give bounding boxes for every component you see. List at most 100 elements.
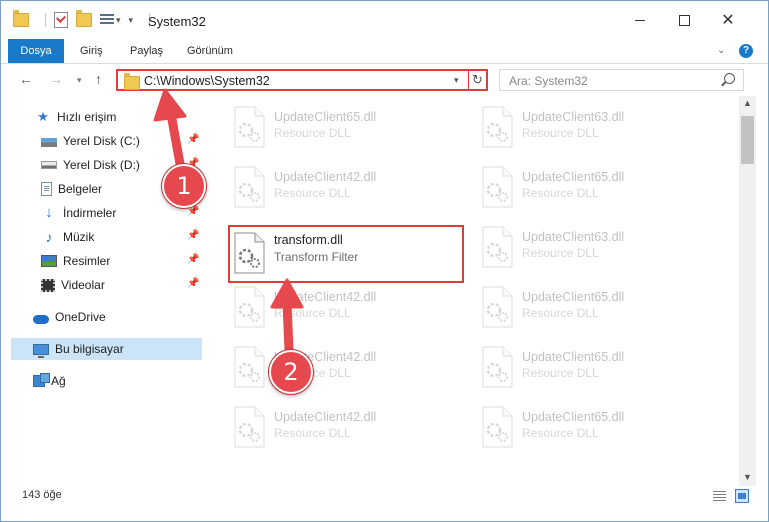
help-icon[interactable]: ? [739, 44, 753, 58]
large-icons-view-icon[interactable] [735, 489, 749, 503]
expand-ribbon-icon[interactable]: ⌄ [717, 45, 725, 56]
minimize-icon [635, 19, 645, 21]
file-item[interactable]: UpdateClient65.dll Resource DLL [476, 400, 712, 456]
download-icon: ↓ [45, 204, 53, 221]
forward-arrow-icon[interactable]: → [49, 71, 63, 87]
tab-share[interactable]: Paylaş [130, 39, 163, 63]
scroll-down-icon[interactable]: ▼ [743, 472, 752, 482]
step-badge-1: 1 [162, 164, 206, 208]
file-name: transform.dll [274, 233, 343, 247]
file-item[interactable]: UpdateClient42.dll Resource DLL [228, 160, 464, 216]
search-placeholder: Ara: System32 [509, 74, 588, 88]
chevron-down-icon[interactable]: ▾ [116, 15, 121, 26]
close-icon: ✕ [721, 12, 735, 29]
sidebar-item-label: İndirmeler [63, 206, 117, 220]
file-item[interactable]: UpdateClient65.dll Resource DLL [476, 340, 712, 396]
refresh-icon[interactable]: ↻ [472, 72, 483, 88]
file-name: UpdateClient65.dll [522, 350, 625, 364]
file-type: Resource DLL [522, 246, 599, 260]
sidebar-item-this-pc[interactable]: Bu bilgisayar [11, 338, 202, 360]
sidebar-item-label: Videolar [61, 278, 105, 292]
dll-file-icon [234, 106, 265, 148]
videos-icon [41, 278, 55, 292]
sidebar-item-label: Bu bilgisayar [55, 342, 124, 356]
sidebar-item-label: Ağ [51, 374, 66, 388]
dll-file-icon [482, 166, 513, 208]
pin-icon[interactable]: 📌 [187, 230, 199, 241]
drive-icon [41, 138, 57, 147]
dll-file-icon [234, 286, 265, 328]
properties-check-icon[interactable] [54, 12, 68, 28]
sidebar-item-onedrive[interactable]: OneDrive [33, 306, 202, 328]
tab-home[interactable]: Giriş [80, 39, 103, 63]
file-type: Resource DLL [522, 306, 599, 320]
address-divider [468, 71, 469, 89]
sidebar-item-label: Hızlı erişim [57, 110, 117, 124]
quick-access-toolbar: ▾ ▾ [13, 10, 158, 28]
minimize-button[interactable] [618, 7, 662, 33]
scrollbar-thumb[interactable] [741, 116, 754, 164]
dll-file-icon [482, 106, 513, 148]
file-item[interactable]: UpdateClient42.dll Resource DLL [228, 400, 464, 456]
pictures-icon [41, 255, 57, 267]
sidebar-item-videos[interactable]: Videolar 📌 [41, 274, 202, 296]
folder-icon [13, 10, 29, 27]
dll-file-icon [482, 286, 513, 328]
file-type: Resource DLL [274, 426, 351, 440]
file-type: Resource DLL [522, 186, 599, 200]
file-name: UpdateClient65.dll [522, 410, 625, 424]
file-name: UpdateClient63.dll [522, 230, 625, 244]
customize-toolbar-icon[interactable] [100, 14, 114, 26]
dll-file-icon [234, 166, 265, 208]
file-name: UpdateClient65.dll [274, 110, 377, 124]
recent-locations-icon[interactable]: ▾ [77, 75, 82, 86]
close-button[interactable]: ✕ [706, 7, 750, 33]
computer-icon [33, 343, 49, 358]
sidebar-item-network[interactable]: Ağ [33, 370, 202, 392]
explorer-window: ▾ ▾ System32 ✕ Dosya Giriş Paylaş Görünü… [0, 0, 769, 522]
file-item[interactable]: UpdateClient63.dll Resource DLL [476, 100, 712, 156]
file-name: UpdateClient42.dll [274, 410, 377, 424]
new-folder-icon[interactable] [76, 10, 92, 27]
sidebar-item-pictures[interactable]: Resimler 📌 [41, 250, 202, 272]
file-name: UpdateClient65.dll [522, 290, 625, 304]
file-type: Resource DLL [274, 126, 351, 140]
file-item-transform[interactable]: transform.dll Transform Filter [228, 225, 464, 283]
dll-file-icon [234, 406, 265, 448]
sidebar-item-label: Belgeler [58, 182, 103, 196]
file-type: Resource DLL [522, 366, 599, 380]
toolbar-overflow-icon[interactable]: ▾ [129, 15, 134, 26]
vertical-scrollbar[interactable]: ▲ ▼ [739, 96, 756, 486]
file-name: UpdateClient42.dll [274, 170, 377, 184]
file-item[interactable]: UpdateClient65.dll Resource DLL [476, 280, 712, 336]
sidebar-item-label: Yerel Disk (D:) [63, 158, 140, 172]
music-icon: ♪ [45, 229, 53, 245]
details-view-icon[interactable] [713, 491, 726, 502]
file-type: Resource DLL [522, 426, 599, 440]
file-item[interactable]: UpdateClient65.dll Resource DLL [228, 100, 464, 156]
tab-view[interactable]: Görünüm [187, 39, 233, 63]
pin-icon[interactable]: 📌 [187, 254, 199, 265]
pin-icon[interactable]: 📌 [187, 206, 199, 217]
star-icon: ★ [37, 109, 49, 124]
maximize-icon [678, 14, 690, 26]
scroll-up-icon[interactable]: ▲ [743, 98, 752, 108]
dll-file-icon [482, 406, 513, 448]
dll-file-icon [234, 346, 265, 388]
back-arrow-icon[interactable]: ← [19, 71, 33, 87]
drive-icon [41, 161, 57, 169]
maximize-button[interactable] [662, 7, 706, 33]
search-input[interactable]: Ara: System32 [499, 69, 744, 91]
toolbar-divider [45, 13, 46, 27]
file-item[interactable]: UpdateClient63.dll Resource DLL [476, 220, 712, 276]
chevron-down-icon[interactable]: ▾ [454, 75, 459, 86]
search-icon[interactable] [724, 73, 735, 84]
up-arrow-icon[interactable]: ↑ [95, 71, 102, 87]
sidebar-item-label: Yerel Disk (C:) [63, 134, 140, 148]
dll-file-icon [482, 226, 513, 268]
file-item[interactable]: UpdateClient65.dll Resource DLL [476, 160, 712, 216]
sidebar-item-music[interactable]: ♪ Müzik 📌 [41, 226, 202, 248]
pin-icon[interactable]: 📌 [187, 278, 199, 289]
folder-icon [124, 73, 140, 90]
ribbon-tabs: Dosya Giriş Paylaş Görünüm ⌄ ? [1, 39, 768, 95]
